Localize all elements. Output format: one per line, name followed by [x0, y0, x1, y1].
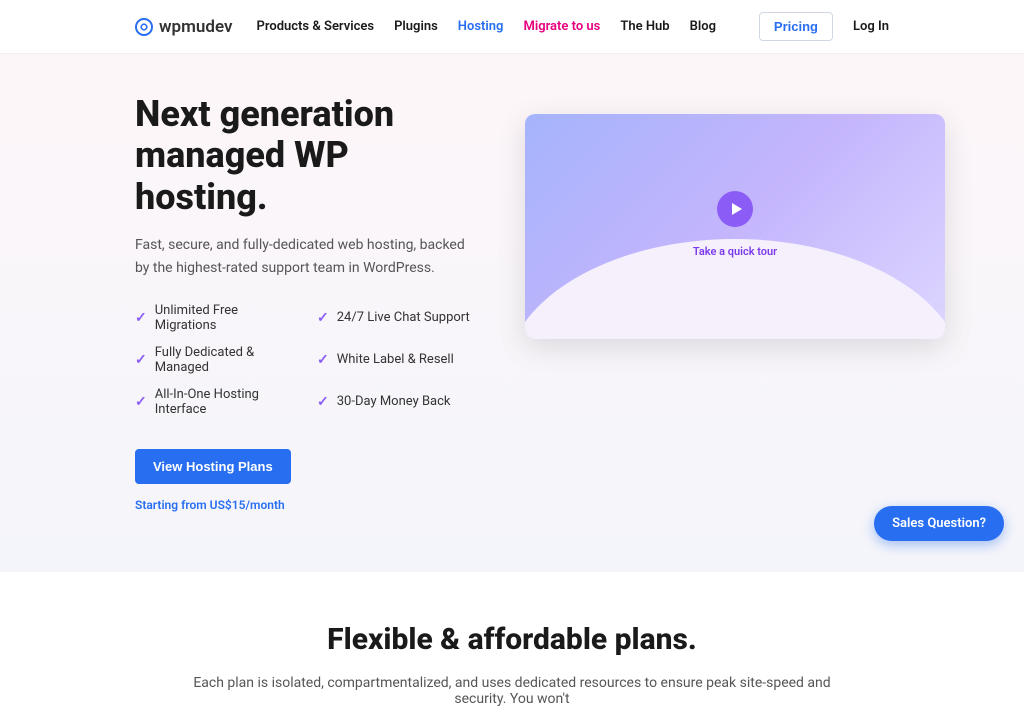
plans-title: Flexible & affordable plans. [135, 622, 889, 657]
nav-hosting[interactable]: Hosting [458, 19, 504, 34]
feature-label: Fully Dedicated & Managed [155, 345, 293, 375]
plans-section: Flexible & affordable plans. Each plan i… [0, 572, 1024, 727]
plans-subtitle: Each plan is isolated, compartmentalized… [172, 675, 852, 707]
hero-title: Next generation managed WP hosting. [135, 94, 475, 218]
video-tour-card[interactable]: Take a quick tour [525, 114, 945, 339]
check-icon: ✓ [317, 394, 329, 410]
nav-plugins[interactable]: Plugins [394, 19, 438, 34]
hero-subtitle: Fast, secure, and fully-dedicated web ho… [135, 234, 475, 279]
feature-item: ✓ Unlimited Free Migrations [135, 303, 293, 333]
check-icon: ✓ [135, 352, 147, 368]
main-header: wpmudev Products & Services Plugins Host… [0, 0, 1024, 54]
starting-price[interactable]: Starting from US$15/month [135, 498, 475, 512]
hero-section: Next generation managed WP hosting. Fast… [0, 54, 1024, 572]
feature-item: ✓ Fully Dedicated & Managed [135, 345, 293, 375]
check-icon: ✓ [135, 394, 147, 410]
check-icon: ✓ [135, 310, 147, 326]
nav-products-services[interactable]: Products & Services [257, 19, 375, 34]
hero-content: Next generation managed WP hosting. Fast… [135, 94, 475, 512]
nav-right: Pricing Log In [759, 12, 889, 41]
nav-left: wpmudev Products & Services Plugins Host… [135, 17, 716, 37]
feature-label: 24/7 Live Chat Support [337, 310, 470, 325]
nav-hub[interactable]: The Hub [620, 19, 669, 34]
primary-nav: Products & Services Plugins Hosting Migr… [257, 19, 717, 34]
feature-item: ✓ 30-Day Money Back [317, 387, 475, 417]
feature-item: ✓ White Label & Resell [317, 345, 475, 375]
feature-label: 30-Day Money Back [337, 394, 451, 409]
nav-migrate[interactable]: Migrate to us [523, 19, 600, 34]
feature-label: All-In-One Hosting Interface [155, 387, 293, 417]
sales-question-badge[interactable]: Sales Question? [874, 506, 1004, 541]
feature-item: ✓ All-In-One Hosting Interface [135, 387, 293, 417]
feature-item: ✓ 24/7 Live Chat Support [317, 303, 475, 333]
logo-icon [135, 18, 153, 36]
check-icon: ✓ [317, 352, 329, 368]
login-link[interactable]: Log In [853, 19, 889, 34]
nav-blog[interactable]: Blog [690, 19, 716, 34]
brand-name: wpmudev [159, 17, 233, 37]
feature-label: Unlimited Free Migrations [155, 303, 293, 333]
pricing-button[interactable]: Pricing [759, 12, 833, 41]
tour-label: Take a quick tour [693, 245, 777, 258]
feature-list: ✓ Unlimited Free Migrations ✓ 24/7 Live … [135, 303, 475, 417]
brand-logo[interactable]: wpmudev [135, 17, 233, 37]
play-icon [717, 191, 753, 227]
view-plans-button[interactable]: View Hosting Plans [135, 449, 291, 484]
check-icon: ✓ [317, 310, 329, 326]
feature-label: White Label & Resell [337, 352, 454, 367]
hero-media: Take a quick tour [525, 94, 945, 339]
